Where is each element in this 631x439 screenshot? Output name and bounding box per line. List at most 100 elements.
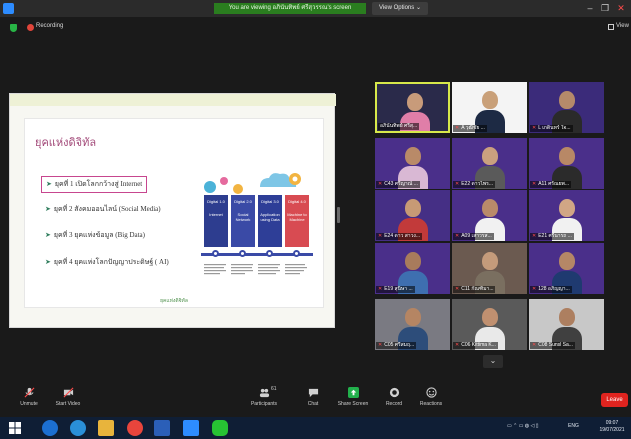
participant-face — [405, 147, 421, 165]
timeline-dot — [239, 250, 246, 257]
mic-muted-icon: ✕ — [455, 125, 460, 131]
windows-start-icon[interactable] — [9, 422, 21, 434]
participant-name: ✕ C08 Sunsl Sa... — [530, 342, 575, 349]
line-icon[interactable] — [212, 420, 228, 436]
participant-tile[interactable]: อภินันทิพย์ ศรีสุ... — [375, 82, 450, 133]
participant-face — [482, 252, 498, 270]
participant-tile[interactable]: ✕ E21 ศรีนารถ ... — [529, 190, 604, 241]
participant-face — [482, 147, 498, 165]
share-screen-icon — [347, 387, 359, 398]
participant-name: ✕ A11 ศรัณยพ... — [530, 181, 572, 188]
participant-face — [407, 93, 423, 111]
arrow-icon: ➤ — [45, 205, 51, 213]
participant-tile[interactable]: ✕ C05 ศรีสมฤ... — [375, 299, 450, 350]
participant-face — [559, 252, 575, 270]
participant-face — [559, 199, 575, 217]
recording-label[interactable]: Recording — [36, 23, 63, 29]
slide: ยุคแห่งดิจิทัล ➤ ยุคที่ 1 เปิดโลกกว้างสู่… — [24, 118, 324, 308]
viewing-banner: You are viewing อภินันทิพย์ ศรีสุวรรณ's … — [214, 3, 366, 14]
mic-muted-icon: ✕ — [378, 286, 383, 292]
digital-3-box: Digital 3.0 Application using Data — [258, 195, 282, 247]
close-icon[interactable]: ✕ — [614, 2, 628, 15]
participant-tile[interactable]: ✕ C08 Sunsl Sa... — [529, 299, 604, 350]
status-row: Recording View — [0, 18, 631, 36]
era-item-2: ➤ ยุคที่ 2 สังคมออนไลน์ (Social Media) — [45, 205, 161, 213]
recording-dot-icon — [27, 24, 34, 31]
participant-tile[interactable]: ✕ A09 เสาวรส... — [452, 190, 527, 241]
participant-tile[interactable]: ✕ A11 ศรัณยพ... — [529, 138, 604, 189]
zoom-taskbar-icon[interactable] — [183, 420, 199, 436]
clock[interactable]: 09:07 19/07/2021 — [596, 420, 628, 434]
arrow-icon: ➤ — [45, 258, 51, 266]
file-explorer-icon[interactable] — [98, 420, 114, 436]
participant-tile[interactable]: ✕ C06 Kittima K... — [452, 299, 527, 350]
chat-icon — [308, 388, 318, 398]
participant-name: ✕ E22 ดาวไพร... — [453, 181, 496, 188]
participant-face — [482, 199, 498, 217]
participant-tile[interactable]: ✕ E24 ดาว สาวง... — [375, 190, 450, 241]
slide-title: ยุคแห่งดิจิทัล — [35, 137, 97, 149]
timeline-dot — [293, 250, 300, 257]
splitter-handle[interactable] — [337, 207, 340, 223]
digital-2-box: Digital 2.0 Social Network — [231, 195, 255, 247]
participant-tile[interactable]: ✕ A วุฒิชัย ... — [452, 82, 527, 133]
language-indicator[interactable]: ENG — [568, 423, 579, 429]
participant-tile[interactable]: ✕ E19 สุนิษา ... — [375, 243, 450, 294]
view-options-button[interactable]: View Options ⌄ — [372, 2, 428, 15]
era-item-4: ➤ ยุคที่ 4 ยุคแห่งโลกปัญญาประดิษฐ์ ( AI) — [45, 258, 169, 266]
participants-button[interactable]: Participants 61 — [239, 385, 289, 415]
participant-name: ✕ A วุฒิชัย ... — [453, 125, 487, 132]
word-icon[interactable] — [154, 420, 170, 436]
participant-face — [405, 308, 421, 326]
edge-icon[interactable] — [42, 420, 58, 436]
slide-footer: ยุคแห่งดิจิทัล — [160, 298, 188, 304]
participants-icon — [259, 388, 269, 398]
mic-muted-icon: ✕ — [532, 233, 537, 239]
mic-muted-icon: ✕ — [455, 233, 460, 239]
restore-icon[interactable]: ❐ — [598, 2, 612, 15]
mic-muted-icon: ✕ — [455, 342, 460, 348]
participant-name: ✕ C43 ศรีญาณ์ ... — [376, 181, 420, 188]
participant-name: อภินันทิพย์ ศรีสุ... — [378, 123, 420, 130]
view-button[interactable]: View — [616, 23, 629, 29]
zoom-app-icon — [3, 3, 14, 14]
mic-muted-icon: ✕ — [532, 342, 537, 348]
mic-muted-icon: ✕ — [532, 125, 537, 131]
participant-face — [482, 91, 498, 109]
era-item-1: ➤ ยุคที่ 1 เปิดโลกกว้างสู่ Internet — [41, 176, 148, 193]
zoom-window: You are viewing อภินันทิพย์ ศรีสุวรรณ's … — [0, 0, 631, 439]
meeting-toolbar: Unmute Start Video Participants 61 Chat … — [0, 383, 631, 417]
digital-1-box: Digital 1.0 Internet — [204, 195, 228, 247]
ie-icon[interactable] — [70, 420, 86, 436]
participant-tile[interactable]: ✕ L เกดินทร์ ใจ... — [529, 82, 604, 133]
participant-tile[interactable]: ✕ C11 กัณฑิมา... — [452, 243, 527, 294]
participant-name: ✕ C05 ศรีสมฤ... — [376, 342, 417, 349]
slide-header-bar — [10, 94, 336, 106]
mic-muted-icon: ✕ — [455, 286, 460, 292]
reactions-button[interactable]: Reactions — [406, 385, 456, 415]
mic-muted-icon: ✕ — [378, 233, 383, 239]
minimize-icon[interactable]: – — [583, 2, 597, 15]
tray-icons[interactable]: ▭ ⌃ ▭ ◍ ◁ ▯ — [507, 423, 539, 429]
participant-face — [405, 252, 421, 270]
chrome-icon[interactable] — [127, 420, 143, 436]
start-video-button[interactable]: Start Video — [43, 385, 93, 415]
chevron-down-icon[interactable]: ⌄ — [483, 355, 503, 368]
participant-name: ✕ E21 ศรีนารถ ... — [530, 233, 574, 240]
participant-name: ✕ C06 Kittima K... — [453, 342, 498, 349]
mic-muted-icon: ✕ — [455, 181, 460, 187]
participant-name: ✕ L เกดินทร์ ใจ... — [530, 125, 573, 132]
mic-muted-icon: ✕ — [532, 286, 537, 292]
record-icon — [389, 387, 399, 398]
participant-name: ✕ C11 กัณฑิมา... — [453, 286, 496, 293]
shield-icon[interactable] — [10, 24, 17, 32]
digital-4-box: Digital 4.0 Machine to Machine — [285, 195, 309, 247]
participant-tile[interactable]: ✕ C43 ศรีญาณ์ ... — [375, 138, 450, 189]
participant-face — [559, 308, 575, 326]
participant-tile[interactable]: ✕ 128 อภิญญา... — [529, 243, 604, 294]
participant-name: ✕ A09 เสาวรส... — [453, 233, 494, 240]
gallery-view-icon[interactable] — [608, 24, 614, 30]
participant-tile[interactable]: ✕ E22 ดาวไพร... — [452, 138, 527, 189]
leave-button[interactable]: Leave — [601, 393, 628, 407]
video-off-icon — [63, 387, 73, 398]
